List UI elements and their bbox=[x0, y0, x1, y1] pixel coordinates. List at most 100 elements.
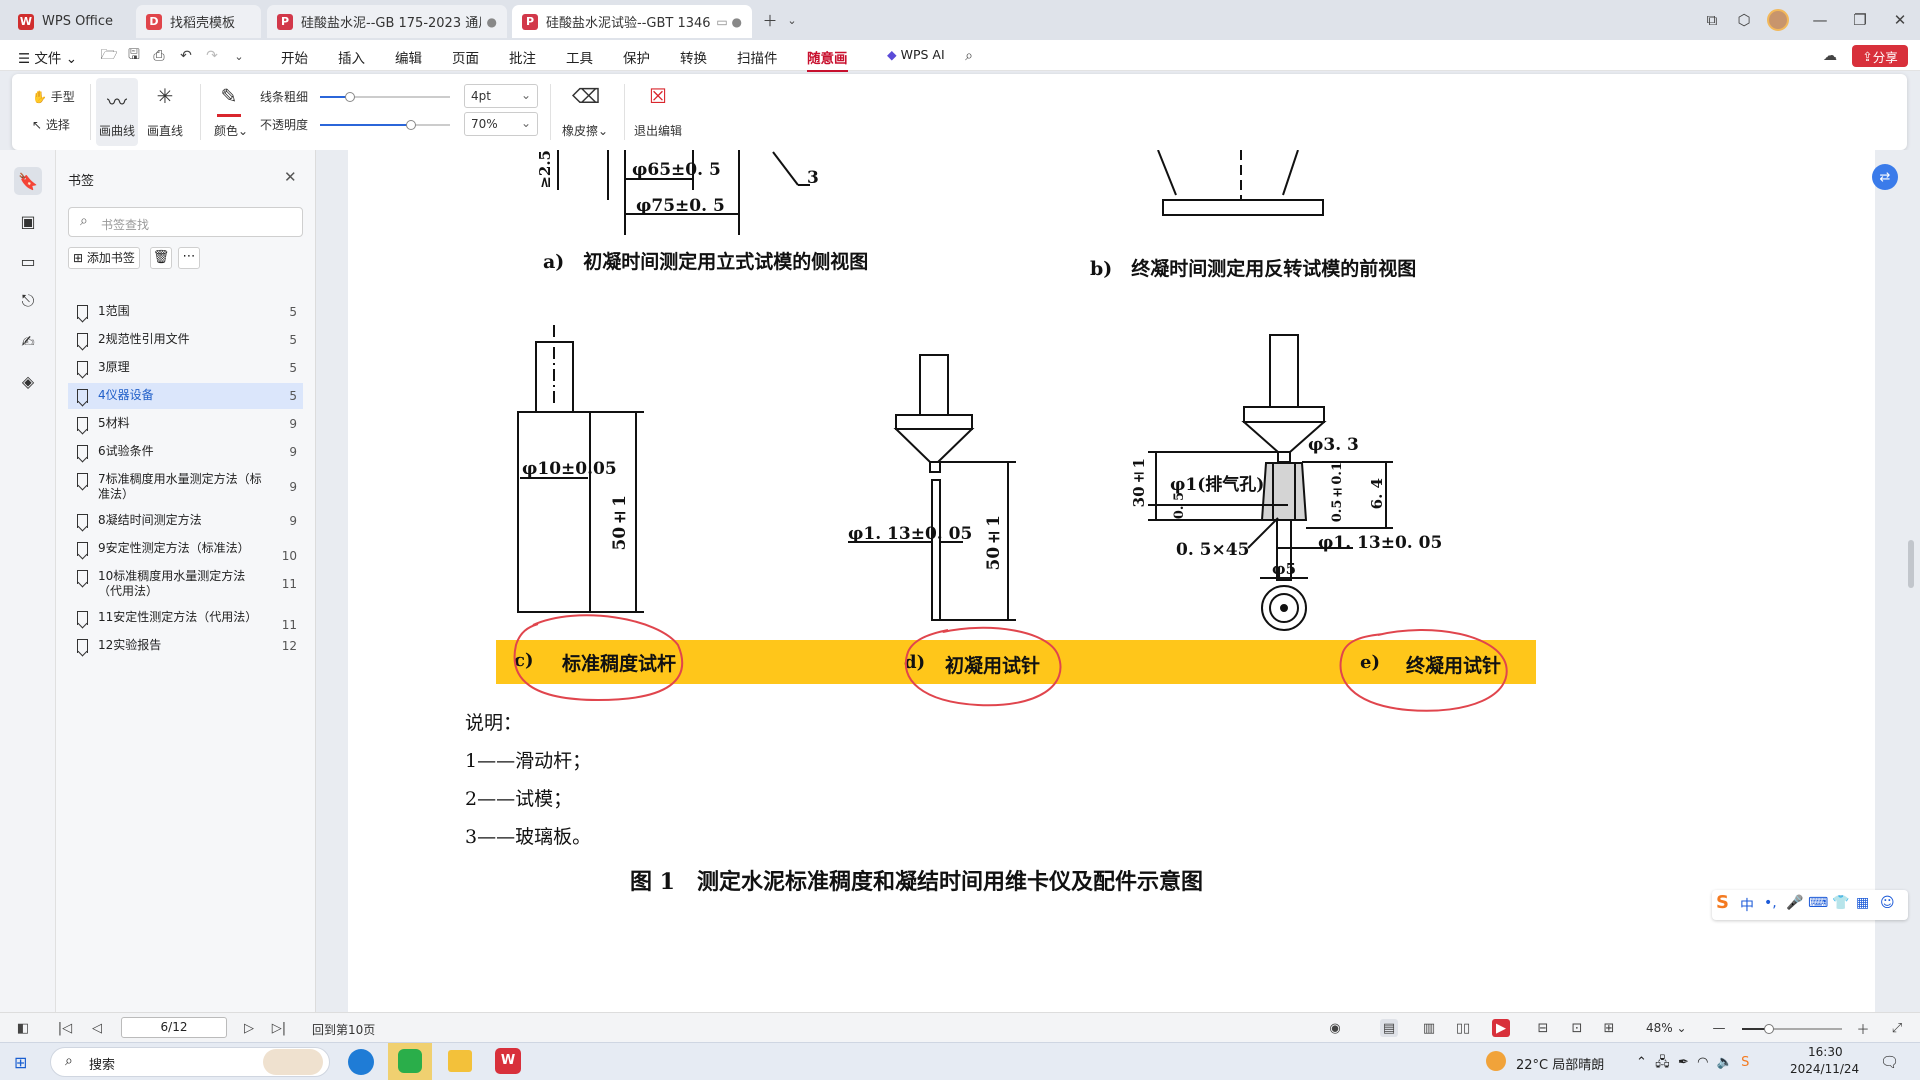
attachment-icon[interactable]: ⎋ bbox=[14, 287, 42, 315]
color-picker[interactable]: ✎ 颜色⌄ bbox=[212, 78, 252, 146]
folder-icon[interactable]: 🗁 bbox=[100, 47, 118, 65]
add-bookmark-button[interactable]: ⊞ 添加书签 bbox=[68, 247, 140, 269]
continuous-page-icon[interactable]: ▥ bbox=[1420, 1019, 1438, 1037]
bookmark-item[interactable]: 1范围 5 bbox=[68, 299, 303, 325]
bookmark-search-input[interactable]: 书签查找 bbox=[68, 207, 303, 237]
exit-edit-button[interactable]: ☒ 退出编辑 bbox=[630, 78, 686, 146]
menu-page[interactable]: 页面 bbox=[452, 47, 479, 67]
close-window-icon[interactable]: ✕ bbox=[1888, 8, 1912, 32]
eraser-tool[interactable]: ⌫ 橡皮擦⌄ bbox=[558, 78, 614, 146]
sidebar-toggle-icon[interactable]: ◧ bbox=[14, 1019, 32, 1037]
last-page-icon[interactable]: ▷| bbox=[270, 1019, 288, 1037]
file-explorer-icon[interactable] bbox=[448, 1050, 472, 1072]
tray-icons[interactable]: ⌃ 🖧 ✒ ◠ 🔈 S bbox=[1636, 1053, 1749, 1075]
chevron-down-icon[interactable]: ⌄ bbox=[230, 47, 248, 65]
zoom-level[interactable]: 48% ⌄ bbox=[1646, 1021, 1687, 1035]
tab-doc-gb175[interactable]: P 硅酸盐水泥--GB 175-2023 通用硅... ● bbox=[267, 5, 507, 38]
tab-doc-gbt1346[interactable]: P 硅酸盐水泥试验--GBT 1346-2... ▭ ● bbox=[512, 5, 752, 38]
comment-icon[interactable]: ▭ bbox=[14, 247, 42, 275]
slider-handle[interactable] bbox=[344, 92, 355, 102]
back-to-page-link[interactable]: 回到第10页 bbox=[312, 1021, 375, 1038]
bookmark-item[interactable]: 10标准稠度用水量测定方法（代用法） 11 bbox=[68, 564, 303, 598]
taskbar-search[interactable]: ⌕ 搜索 bbox=[50, 1047, 330, 1077]
clock-time[interactable]: 16:30 bbox=[1808, 1045, 1843, 1059]
curve-tool[interactable]: 〰 画曲线 bbox=[96, 78, 138, 146]
windows-start-icon[interactable]: ⊞ bbox=[14, 1053, 27, 1072]
vertical-scrollbar[interactable] bbox=[1908, 540, 1914, 588]
slider-handle[interactable] bbox=[406, 120, 416, 130]
restore-icon[interactable]: ❐ bbox=[1848, 8, 1872, 32]
clock-date[interactable]: 2024/11/24 bbox=[1790, 1062, 1859, 1076]
wechat-app[interactable] bbox=[388, 1043, 432, 1080]
hand-tool[interactable]: ✋ 手型 bbox=[32, 88, 75, 105]
ime-toolbar[interactable]: S 中 •, 🎤 ⌨ 👕 ▦ ☺ bbox=[1712, 890, 1908, 920]
window-layout-icon[interactable]: ⧉ bbox=[1700, 8, 1724, 32]
opacity-select[interactable]: 70% ⌄ bbox=[464, 112, 538, 136]
tab-template[interactable]: D 找稻壳模板 bbox=[136, 5, 261, 38]
bookmark-item[interactable]: 5材料 9 bbox=[68, 411, 303, 437]
close-icon[interactable]: ▭ ● bbox=[710, 15, 742, 29]
search-icon[interactable]: ⌕ bbox=[960, 47, 978, 65]
redo-icon[interactable]: ↷ bbox=[203, 47, 221, 65]
slider-handle[interactable] bbox=[1764, 1024, 1774, 1034]
weather-text[interactable]: 22°C 局部晴朗 bbox=[1516, 1054, 1604, 1073]
close-icon[interactable]: ● bbox=[481, 15, 497, 29]
line-tool[interactable]: ✳ 画直线 bbox=[144, 78, 186, 146]
bookmark-item[interactable]: 2规范性引用文件 5 bbox=[68, 327, 303, 353]
bookmark-item[interactable]: 6试验条件 9 bbox=[68, 439, 303, 465]
bookmark-item[interactable]: 12实验报告 12 bbox=[68, 633, 303, 659]
minimize-icon[interactable]: — bbox=[1808, 8, 1832, 32]
page-number-input[interactable]: 6/12 bbox=[121, 1017, 227, 1038]
tab-wps-office[interactable]: W WPS Office bbox=[8, 5, 128, 38]
avatar[interactable] bbox=[1766, 8, 1790, 32]
menu-comment[interactable]: 批注 bbox=[509, 47, 536, 67]
select-tool[interactable]: ↖ 选择 bbox=[32, 116, 70, 133]
undo-icon[interactable]: ↶ bbox=[177, 47, 195, 65]
menu-tools[interactable]: 工具 bbox=[566, 47, 593, 67]
menu-freehand[interactable]: 随意画 bbox=[807, 47, 848, 72]
menu-protect[interactable]: 保护 bbox=[623, 47, 650, 67]
bookmark-icon[interactable]: 🔖 bbox=[14, 167, 42, 195]
cube-icon[interactable]: ⬡ bbox=[1732, 8, 1756, 32]
more-icon[interactable]: ⋯ bbox=[178, 247, 200, 269]
bookmark-item[interactable]: 7标准稠度用水量测定方法（标准法） 9 bbox=[68, 467, 303, 501]
next-page-icon[interactable]: ▷ bbox=[240, 1019, 258, 1037]
layers-icon[interactable]: ◈ bbox=[14, 367, 42, 395]
actual-size-icon[interactable]: ⊞ bbox=[1600, 1019, 1618, 1037]
eye-icon[interactable]: ◉ bbox=[1326, 1019, 1344, 1037]
menu-convert[interactable]: 转换 bbox=[680, 47, 707, 67]
translate-icon[interactable]: ⇄ bbox=[1872, 164, 1898, 190]
thumbnail-icon[interactable]: ▣ bbox=[14, 207, 42, 235]
zoom-slider[interactable] bbox=[1742, 1024, 1842, 1034]
save-icon[interactable]: 🖫 bbox=[125, 47, 143, 65]
menu-wps-ai[interactable]: ◆ WPS AI bbox=[887, 47, 945, 62]
cloud-upload-icon[interactable]: ☁ bbox=[1821, 47, 1839, 65]
trash-icon[interactable]: 🗑 bbox=[150, 247, 172, 269]
fullscreen-icon[interactable]: ⤢ bbox=[1888, 1019, 1906, 1037]
print-icon[interactable]: ⎙ bbox=[150, 47, 168, 65]
chevron-down-icon[interactable]: ⌄ bbox=[780, 8, 804, 32]
menu-scan[interactable]: 扫描件 bbox=[737, 47, 778, 67]
new-tab-icon[interactable]: ＋ bbox=[758, 8, 782, 32]
zoom-in-icon[interactable]: ＋ bbox=[1854, 1019, 1872, 1038]
notification-icon[interactable]: 🗨 bbox=[1880, 1053, 1899, 1071]
menu-start[interactable]: 开始 bbox=[281, 47, 308, 67]
thickness-select[interactable]: 4pt ⌄ bbox=[464, 84, 538, 108]
wps-taskbar-icon[interactable]: W bbox=[495, 1048, 521, 1074]
fit-width-icon[interactable]: ⊟ bbox=[1534, 1019, 1552, 1037]
signature-icon[interactable]: ✍ bbox=[14, 327, 42, 355]
menu-file[interactable]: ☰ 文件 ⌄ bbox=[18, 47, 77, 67]
edge-icon[interactable] bbox=[348, 1049, 374, 1075]
prev-page-icon[interactable]: ◁ bbox=[88, 1019, 106, 1037]
close-icon[interactable]: ✕ bbox=[284, 168, 297, 186]
single-page-icon[interactable]: ▤ bbox=[1380, 1019, 1398, 1037]
menu-insert[interactable]: 插入 bbox=[338, 47, 365, 67]
thickness-slider[interactable] bbox=[320, 92, 450, 102]
bookmark-item[interactable]: 4仪器设备 5 bbox=[68, 383, 303, 409]
two-page-icon[interactable]: ▯▯ bbox=[1454, 1019, 1472, 1037]
share-button[interactable]: ⇪ 分享 bbox=[1852, 45, 1908, 67]
opacity-slider[interactable] bbox=[320, 120, 450, 130]
document-view[interactable]: ≥2.5 φ65±0. 5 φ75±0. 5 3 a) 初凝时间测定用立式试模的… bbox=[316, 150, 1920, 1012]
bookmark-item[interactable]: 8凝结时间测定方法 9 bbox=[68, 508, 303, 534]
fit-page-icon[interactable]: ⊡ bbox=[1568, 1019, 1586, 1037]
